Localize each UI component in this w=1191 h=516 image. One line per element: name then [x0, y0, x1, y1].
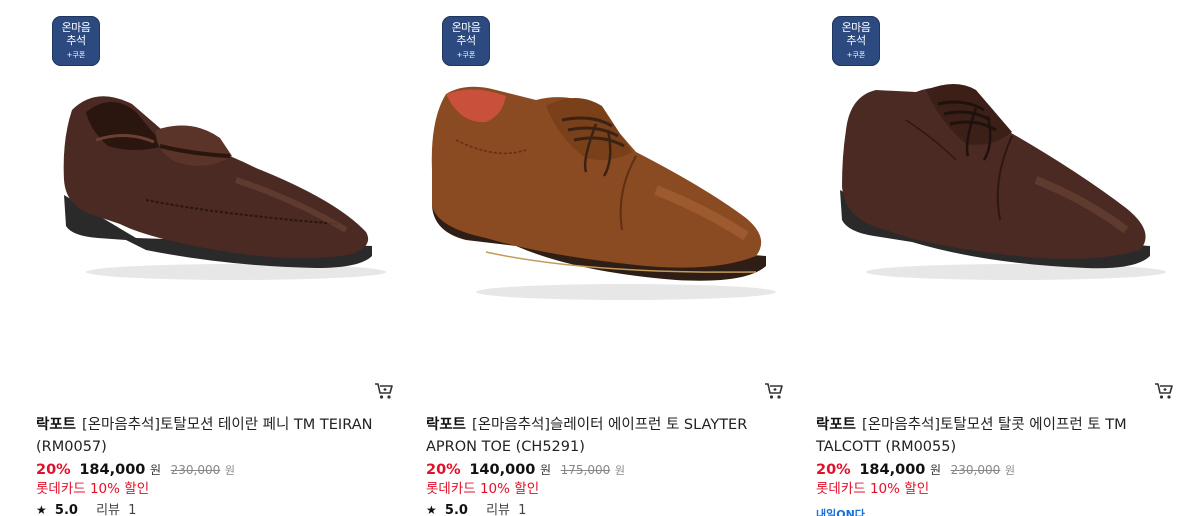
chuseok-coupon-badge: 온마음 추석 +쿠폰 — [832, 16, 880, 66]
review-row: ★ 5.0 리뷰 1 — [426, 501, 526, 516]
cart-icon[interactable] — [764, 382, 784, 400]
product-title[interactable]: 락포트 [온마음추석]토탈모션 탈콧 에이프런 토 TM TALCOTT (RM0… — [816, 414, 1176, 458]
product-card[interactable]: 온마음 추석 +쿠폰 락포트 [온마음추석]토탈모션 탈콧 에이프런 토 TM T… — [816, 0, 1176, 516]
discount-rate: 20% — [426, 462, 461, 478]
product-card[interactable]: 온마음 추석 +쿠폰 락포트 [온마음추석]슬레이터 에이프런 토 SLAYTER… — [426, 0, 786, 516]
badge-line-2: 추석 — [846, 34, 866, 47]
review-count: 1 — [518, 503, 527, 516]
badge-line-3: +쿠폰 — [66, 51, 86, 59]
chuseok-coupon-badge: 온마음 추석 +쿠폰 — [442, 16, 490, 66]
star-icon: ★ — [426, 503, 437, 516]
badge-line-3: +쿠폰 — [456, 51, 476, 59]
badge-line-1: 온마음 — [841, 21, 871, 34]
cart-icon[interactable] — [374, 382, 394, 400]
review-label: 리뷰 — [96, 503, 120, 516]
product-name: [온마음추석]슬레이터 에이프런 토 SLAYTER APRON TOE (CH… — [426, 417, 748, 455]
product-image[interactable]: 온마음 추석 +쿠폰 — [816, 0, 1176, 370]
penny-loafer-shoe-image — [63, 96, 386, 280]
rating-score: 5.0 — [54, 503, 78, 516]
badge-line-2: 추석 — [456, 34, 476, 47]
lace-up-shoe-image — [431, 86, 776, 300]
brand-name: 락포트 — [426, 417, 467, 433]
next-day-delivery-badge: 내일ON다 — [816, 508, 865, 516]
review-row: ★ 5.0 리뷰 1 — [36, 501, 136, 516]
product-title[interactable]: 락포트 [온마음추석]슬레이터 에이프런 토 SLAYTER APRON TOE … — [426, 414, 786, 458]
product-grid: 온마음 추석 +쿠폰 락포트 [온마음추석]토탈모션 테이란 페니 TM TEIR… — [0, 0, 1191, 516]
sale-price: 184,000 — [859, 462, 926, 478]
review-label: 리뷰 — [486, 503, 510, 516]
product-image[interactable]: 온마음 추석 +쿠폰 — [426, 0, 786, 370]
card-discount-text: 롯데카드 10% 할인 — [816, 481, 930, 497]
discount-rate: 20% — [816, 462, 851, 478]
badge-line-3: +쿠폰 — [846, 51, 866, 59]
original-price: 230,000 — [950, 463, 1001, 477]
brand-name: 락포트 — [36, 417, 77, 433]
badge-line-1: 온마음 — [61, 21, 91, 34]
star-icon: ★ — [36, 503, 47, 516]
product-image[interactable]: 온마음 추석 +쿠폰 — [36, 0, 396, 370]
original-price: 230,000 — [170, 463, 221, 477]
badge-line-1: 온마음 — [451, 21, 481, 34]
chuseok-coupon-badge: 온마음 추석 +쿠폰 — [52, 16, 100, 66]
currency-unit: 원 — [539, 463, 552, 477]
card-discount-text: 롯데카드 10% 할인 — [426, 481, 540, 497]
original-currency-unit: 원 — [614, 464, 625, 477]
original-price: 175,000 — [560, 463, 611, 477]
product-name: [온마음추석]토탈모션 테이란 페니 TM TEIRAN (RM0057) — [36, 417, 373, 455]
card-discount-text: 롯데카드 10% 할인 — [36, 481, 150, 497]
product-card[interactable]: 온마음 추석 +쿠폰 락포트 [온마음추석]토탈모션 테이란 페니 TM TEIR… — [36, 0, 396, 516]
sale-price: 184,000 — [79, 462, 146, 478]
original-currency-unit: 원 — [224, 464, 235, 477]
currency-unit: 원 — [149, 463, 162, 477]
review-count: 1 — [128, 503, 137, 516]
badge-line-2: 추석 — [66, 34, 86, 47]
rating-score: 5.0 — [444, 503, 468, 516]
product-name: [온마음추석]토탈모션 탈콧 에이프런 토 TM TALCOTT (RM0055… — [816, 417, 1127, 455]
cart-icon[interactable] — [1154, 382, 1174, 400]
product-title[interactable]: 락포트 [온마음추석]토탈모션 테이란 페니 TM TEIRAN (RM0057) — [36, 414, 396, 458]
currency-unit: 원 — [929, 463, 942, 477]
lace-up-shoe-image — [840, 84, 1166, 280]
discount-rate: 20% — [36, 462, 71, 478]
original-currency-unit: 원 — [1004, 464, 1015, 477]
brand-name: 락포트 — [816, 417, 857, 433]
sale-price: 140,000 — [469, 462, 536, 478]
